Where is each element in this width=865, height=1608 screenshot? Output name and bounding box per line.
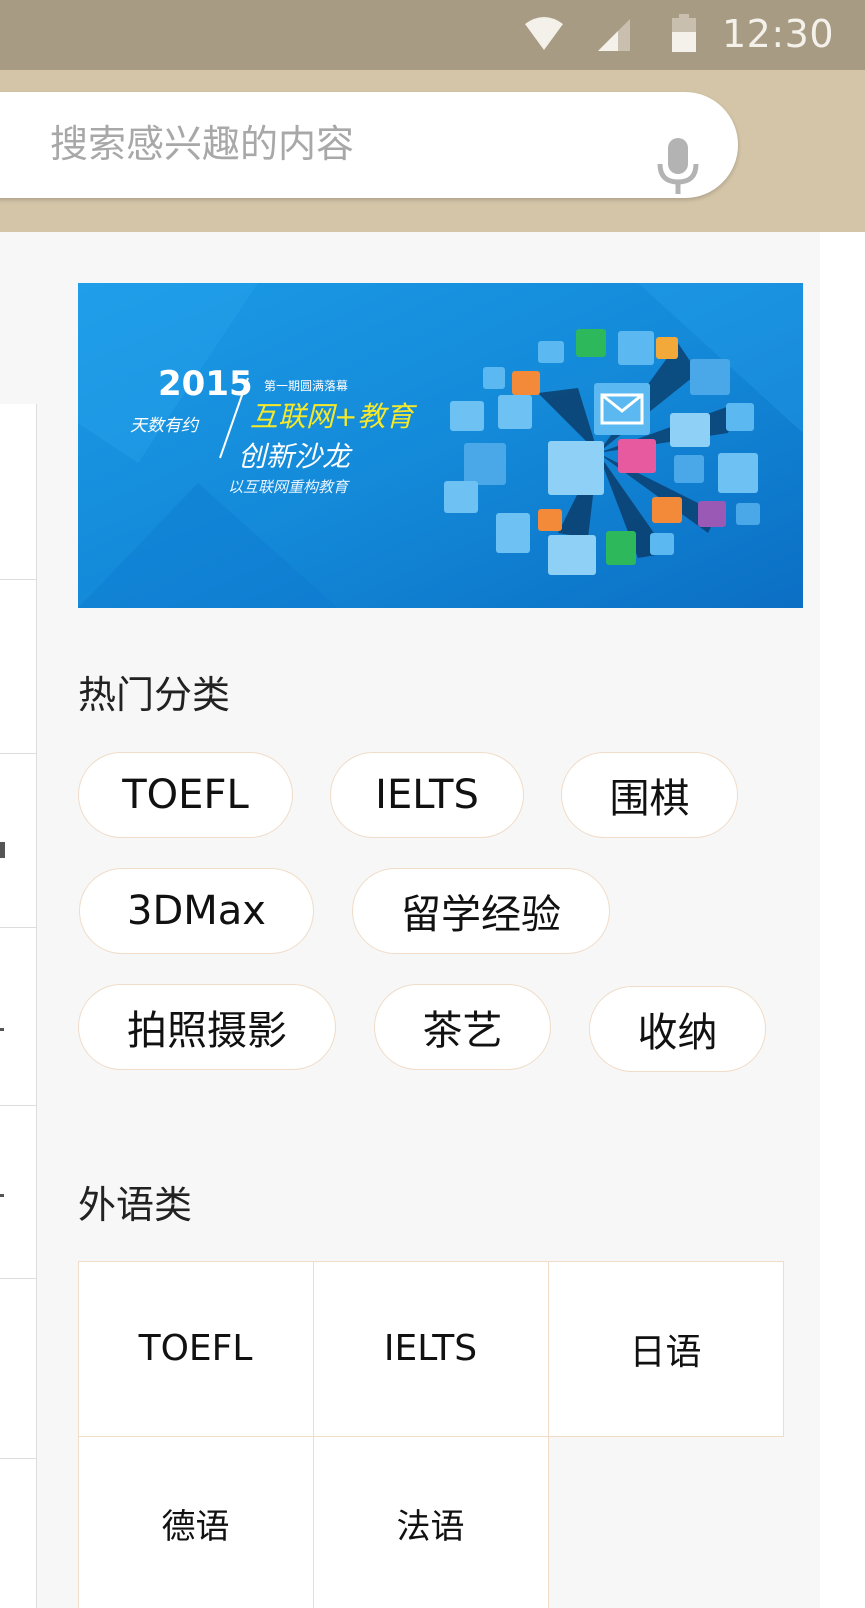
divider <box>0 753 37 754</box>
side-drawer-edge[interactable] <box>0 404 37 1608</box>
microphone-icon[interactable] <box>656 138 700 198</box>
banner-headline: 互联网+教育 <box>250 400 417 433</box>
divider <box>0 927 37 928</box>
wifi-icon <box>525 17 563 50</box>
language-cell-ielts[interactable]: IELTS <box>313 1261 548 1436</box>
category-pill-photography[interactable]: 拍照摄影 <box>78 984 336 1070</box>
category-pill-storage[interactable]: 收纳 <box>589 986 766 1072</box>
search-box[interactable] <box>0 92 738 198</box>
grid-border <box>313 1261 314 1608</box>
grid-border <box>78 1436 784 1437</box>
language-cell-french[interactable]: 法语 <box>313 1436 548 1608</box>
grid-border <box>548 1261 549 1608</box>
grid-border <box>78 1261 784 1262</box>
status-time: 12:30 <box>722 12 835 56</box>
banner-kicker: 第一期圆满落幕 <box>264 379 348 393</box>
category-pill-toefl[interactable]: TOEFL <box>78 752 293 838</box>
right-gutter <box>820 232 865 1608</box>
search-header <box>0 70 865 232</box>
category-pill-ielts[interactable]: IELTS <box>330 752 524 838</box>
banner-subheadline: 创新沙龙 <box>238 440 353 473</box>
category-pill-3dmax[interactable]: 3DMax <box>79 868 314 954</box>
drawer-text-fragment <box>0 1194 4 1197</box>
divider <box>0 579 37 580</box>
banner-slogan: 以互联网重构教育 <box>228 478 350 496</box>
banner-tagline: 天数有约 <box>130 416 200 436</box>
category-pill-tea-art[interactable]: 茶艺 <box>374 984 551 1070</box>
grid-border <box>783 1261 784 1436</box>
divider <box>0 1458 37 1459</box>
status-bar: 12:30 <box>0 0 865 70</box>
drawer-text-fragment <box>0 842 5 858</box>
hot-categories-title: 热门分类 <box>78 673 231 717</box>
battery-icon <box>672 14 696 52</box>
banner-year: 2015 <box>158 364 253 404</box>
drawer-text-fragment <box>0 1028 4 1031</box>
language-cell-japanese[interactable]: 日语 <box>548 1261 783 1436</box>
divider <box>0 1105 37 1106</box>
foreign-languages-title: 外语类 <box>78 1183 193 1227</box>
cell-signal-icon <box>598 19 630 51</box>
grid-border <box>78 1261 79 1608</box>
language-cell-toefl[interactable]: TOEFL <box>78 1261 313 1436</box>
category-pill-weiqi[interactable]: 围棋 <box>561 752 738 838</box>
search-input[interactable] <box>50 114 610 174</box>
language-cell-german[interactable]: 德语 <box>78 1436 313 1608</box>
promo-banner[interactable]: 2015 天数有约 第一期圆满落幕 互联网+教育 创新沙龙 以互联网重构教育 <box>78 283 803 608</box>
divider <box>0 1278 37 1279</box>
category-pill-study-abroad[interactable]: 留学经验 <box>352 868 610 954</box>
